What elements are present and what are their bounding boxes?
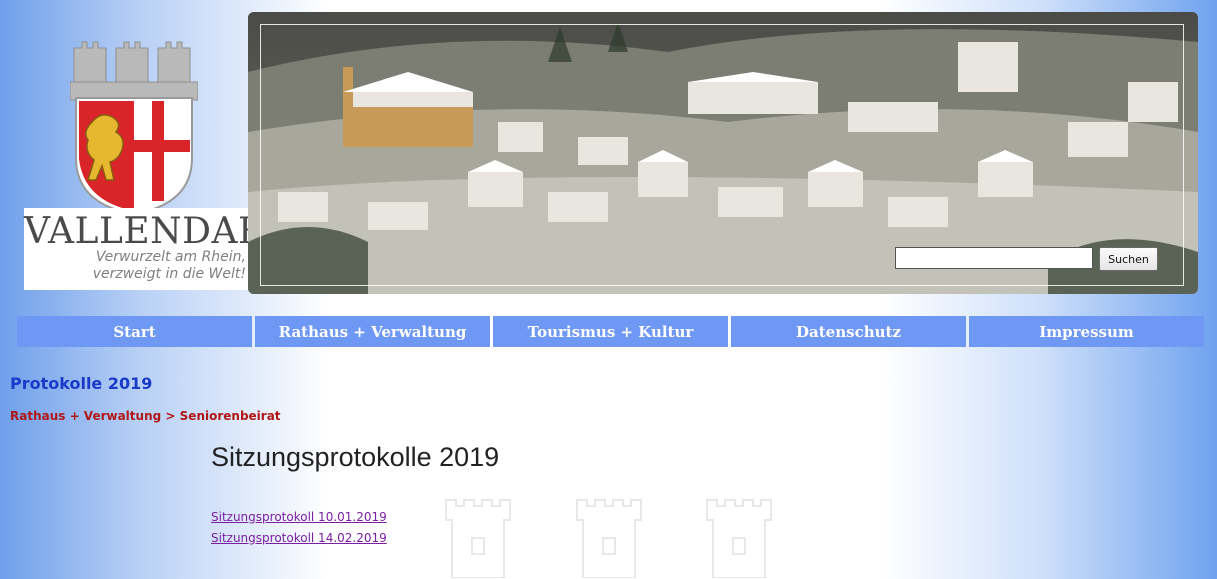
main-navigation: Start Rathaus + Verwaltung Tourismus + K…	[17, 316, 1204, 347]
site-logo[interactable]: VALLENDAR Verwurzelt am Rhein, verzweigt…	[24, 28, 266, 290]
breadcrumb-link-seniorenbeirat[interactable]: Seniorenbeirat	[180, 409, 281, 423]
content-heading: Sitzungsprotokolle 2019	[211, 442, 500, 472]
document-link[interactable]: Sitzungsprotokoll 10.01.2019	[211, 507, 387, 528]
nav-item-tourismus-kultur[interactable]: Tourismus + Kultur	[493, 316, 728, 347]
nav-item-datenschutz[interactable]: Datenschutz	[731, 316, 966, 347]
logo-tagline-line2: verzweigt in die Welt!	[92, 266, 246, 282]
coat-of-arms-icon	[70, 41, 198, 216]
tower-watermark-icon	[706, 499, 772, 578]
page-title: Protokolle 2019	[10, 374, 153, 393]
logo-tagline-line1: Verwurzelt am Rhein,	[95, 249, 246, 265]
nav-item-rathaus-verwaltung[interactable]: Rathaus + Verwaltung	[255, 316, 490, 347]
breadcrumb-link-rathaus-verwaltung[interactable]: Rathaus + Verwaltung	[10, 409, 161, 423]
document-link[interactable]: Sitzungsprotokoll 14.02.2019	[211, 528, 387, 549]
search-button[interactable]: Suchen	[1099, 247, 1158, 271]
nav-item-start[interactable]: Start	[17, 316, 252, 347]
logo-title: VALLENDAR	[24, 211, 266, 252]
tower-watermark-icon	[445, 499, 511, 578]
document-list: Sitzungsprotokoll 10.01.2019 Sitzungspro…	[211, 507, 387, 549]
tower-watermark-icon	[576, 499, 642, 578]
breadcrumb-separator: >	[165, 409, 176, 423]
search-input[interactable]	[895, 247, 1093, 269]
nav-item-impressum[interactable]: Impressum	[969, 316, 1204, 347]
logo-tagline: Verwurzelt am Rhein, verzweigt in die We…	[20, 249, 246, 283]
breadcrumb: Rathaus + Verwaltung > Seniorenbeirat	[10, 409, 281, 423]
